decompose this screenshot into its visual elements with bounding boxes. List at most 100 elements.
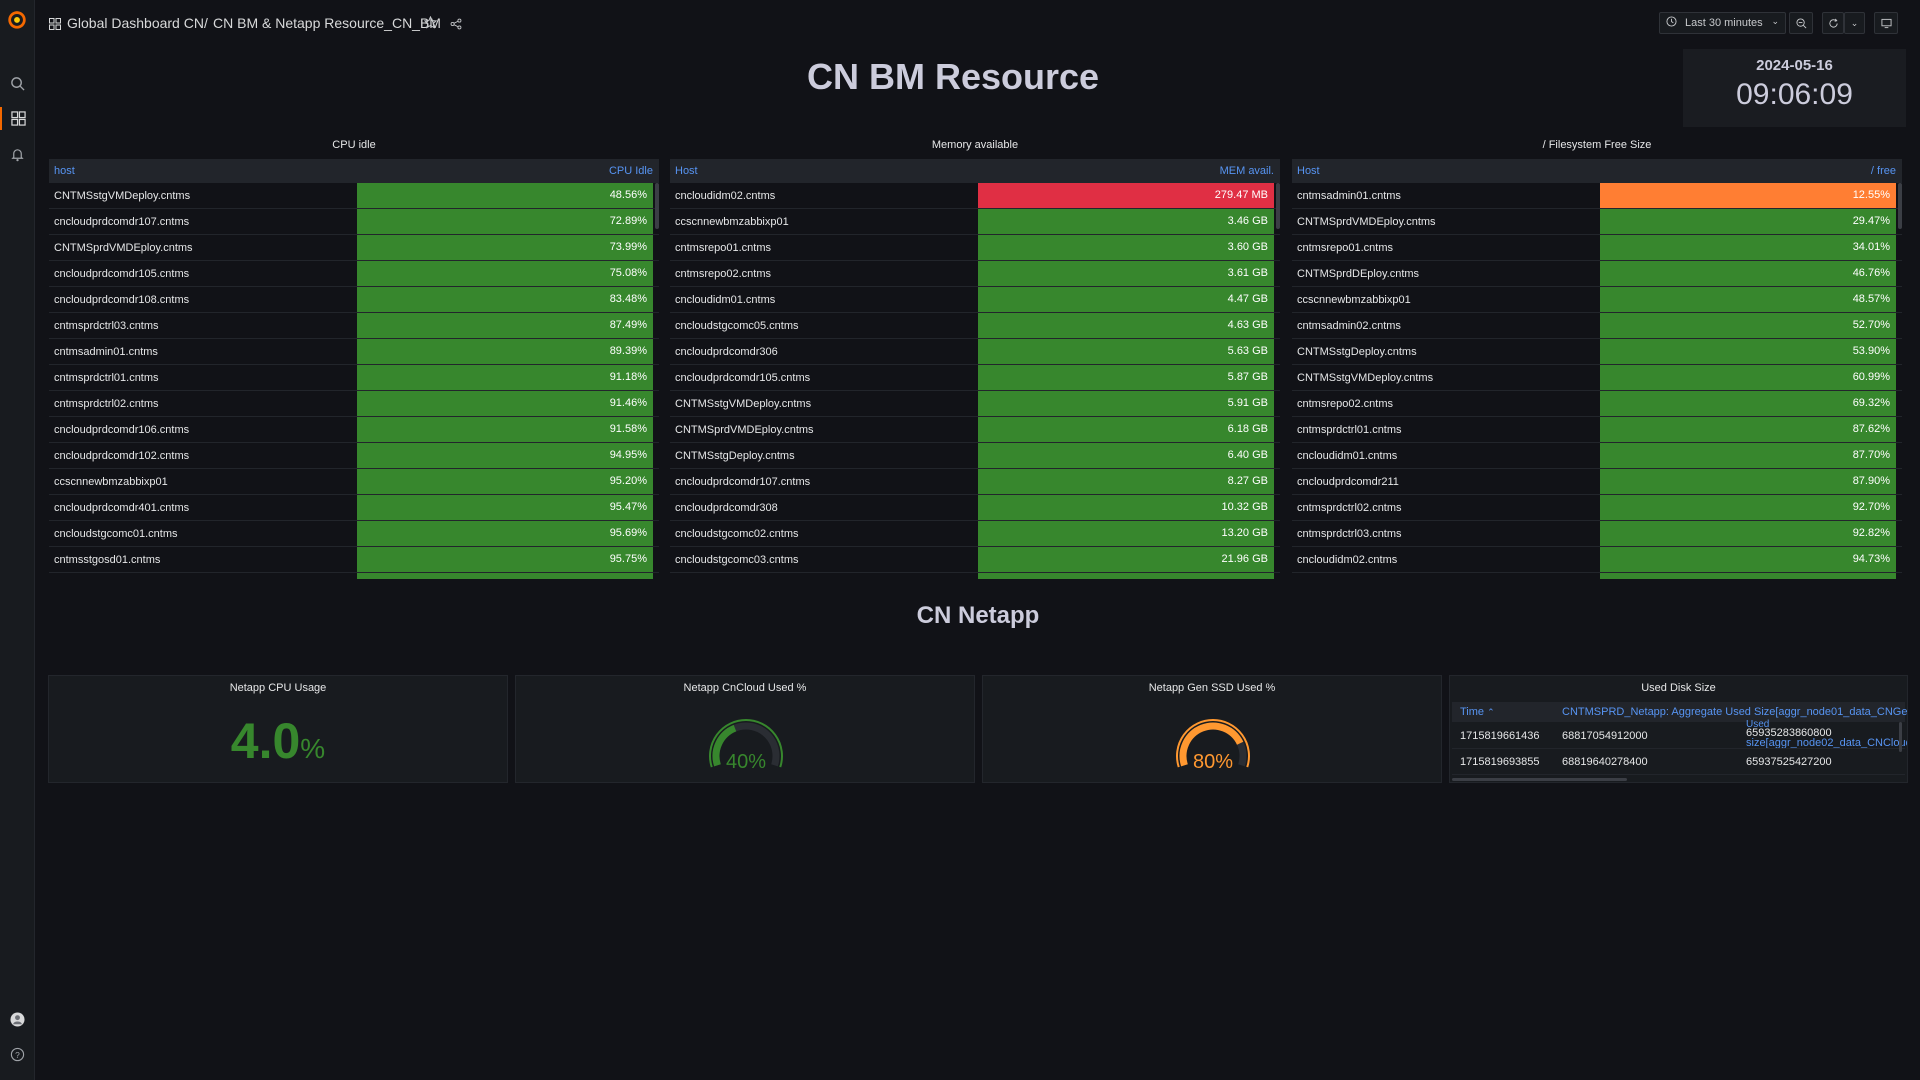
cell-host: CNTMSprdVMDEploy.cntms (54, 242, 193, 254)
gauge-value: 80 (1193, 751, 1215, 773)
cell-value: 46.76% (1600, 261, 1896, 286)
chevron-down-icon: ⌄ (1771, 16, 1779, 26)
panel-title: Netapp CnCloud Used % (683, 682, 807, 694)
cell-value: 34.01% (1600, 235, 1896, 260)
cell-value: 60.99% (1600, 365, 1896, 390)
cell-value: 10.32 GB (978, 495, 1274, 520)
gauge: 80% (1176, 719, 1250, 773)
netapp-gen-ssd-used-panel: Netapp Gen SSD Used % 80% (982, 675, 1442, 783)
table-row: CNTMSprdDEploy.cntms 46.76% (1292, 261, 1902, 287)
table-row: ccscnnewbmzabbixp01 3.46 GB (670, 209, 1280, 235)
cell-host: cntmsrepo01.cntms (675, 242, 771, 254)
table-row: 1715819693855 68819640278400 65937525427… (1452, 749, 1905, 775)
table-header: Host / free (1292, 159, 1902, 183)
cell-host: CNTMSprdDEploy.cntms (1297, 268, 1420, 280)
table-scrollbar[interactable] (1898, 183, 1902, 229)
cell-value: 92.82% (1600, 521, 1896, 546)
cell-host: cntmsrepo01.cntms (1297, 242, 1393, 254)
bell-icon[interactable] (6, 143, 29, 166)
cell-host: cntmsadmin02.cntms (1297, 320, 1401, 332)
refresh-interval-dropdown[interactable]: ⌄ (1844, 12, 1865, 34)
cell-value: 4.63 GB (978, 313, 1274, 338)
cell-value: 5.63 GB (978, 339, 1274, 364)
cell-value: 3.46 GB (978, 209, 1274, 234)
column-header-aggr-node01[interactable]: CNTMSPRD_Netapp: Aggregate Used Size[agg… (1562, 706, 1907, 718)
share-icon[interactable] (450, 17, 462, 35)
refresh-button[interactable] (1822, 12, 1844, 34)
cell-host: CNTMSstgDeploy.cntms (675, 450, 795, 462)
used-disk-size-panel: Used Disk Size Time ⌃ CNTMSPRD_Netapp: A… (1449, 675, 1908, 783)
breadcrumb-folder[interactable]: Global Dashboard CN (67, 15, 204, 31)
gauge-value: 40 (726, 751, 748, 773)
table-row: cntmsprdctrl02.cntms 91.46% (49, 391, 659, 417)
cell-host: cncloudidm02.cntms (675, 190, 776, 202)
cell-value: 87.49% (357, 313, 653, 338)
column-header-host[interactable]: Host (1297, 165, 1320, 177)
cell-value: 279.47 MB (978, 183, 1274, 208)
table-row: cntmsrepo01.cntms 3.60 GB (670, 235, 1280, 261)
netapp-cncloud-used-panel: Netapp CnCloud Used % 40% (515, 675, 975, 783)
column-header-free[interactable]: / free (1871, 165, 1896, 177)
cell-host: cntmsrepo02.cntms (1297, 398, 1393, 410)
cell-value: 48.57% (1600, 287, 1896, 312)
dashboards-icon[interactable] (0, 107, 35, 130)
bm-resource-heading: CN BM Resource (806, 56, 1100, 97)
cell-value: 72.89% (357, 209, 653, 234)
table-row: cntmsprdctrl02.cntms 92.70% (1292, 495, 1902, 521)
cell-value: 95.75% (357, 547, 653, 572)
column-header-cpu-idle[interactable]: CPU Idle (609, 165, 653, 177)
table-row: cntmsadmin01.cntms 12.55% (1292, 183, 1902, 209)
stat-value: 4.0 (230, 713, 301, 769)
cell-host: CNTMSstgVMDeploy.cntms (675, 398, 812, 410)
cell-host: cncloudstgcomc05.cntms (675, 320, 799, 332)
table-row: CNTMSprdVMDEploy.cntms 6.18 GB (670, 417, 1280, 443)
panel-title: Netapp CPU Usage (229, 682, 327, 694)
cell-host: CNTMSstgVMDeploy.cntms (54, 190, 191, 202)
dashboard-grid-icon (49, 17, 61, 35)
table-scrollbar[interactable] (655, 183, 659, 229)
horizontal-scrollbar[interactable] (1452, 778, 1627, 781)
monitor-icon (1880, 18, 1892, 28)
table-row: cntmsrepo02.cntms 3.61 GB (670, 261, 1280, 287)
svg-text:80%: 80% (1193, 751, 1233, 773)
vertical-scrollbar[interactable] (1899, 722, 1902, 752)
star-icon[interactable] (423, 15, 438, 34)
help-icon[interactable]: ? (6, 1043, 29, 1066)
zoom-out-button[interactable] (1789, 12, 1813, 34)
table-row: cncloudprdcomdr306 5.63 GB (670, 339, 1280, 365)
table-row: cntmsstgosd01.cntms 95.75% (49, 547, 659, 573)
svg-text:?: ? (15, 1050, 20, 1060)
cpu-idle-panel-title: CPU idle (332, 139, 376, 151)
time-range-picker[interactable]: Last 30 minutes ⌄ (1659, 12, 1786, 34)
table-row: cncloudstgcomc03.cntms 21.96 GB (670, 547, 1280, 573)
cell-host: cncloudprdcomdr105.cntms (675, 372, 811, 384)
user-avatar-icon[interactable] (6, 1008, 29, 1031)
cell-value: 3.61 GB (978, 261, 1274, 286)
cell-host: cncloudprdcomdr106.cntms (54, 424, 190, 436)
cell-host: cntmsadmin01.cntms (54, 346, 158, 358)
column-header-host[interactable]: host (54, 165, 75, 177)
cell-time: 1715819661436 (1460, 730, 1540, 742)
table-scrollbar[interactable] (1276, 183, 1280, 229)
cell-host: cncloudprdcomdr107.cntms (675, 476, 811, 488)
tv-mode-button[interactable] (1874, 12, 1898, 34)
cell-value: 91.46% (357, 391, 653, 416)
column-header-time[interactable]: Time ⌃ (1460, 706, 1495, 718)
breadcrumb-separator: / (204, 15, 208, 31)
table-header: Host MEM avail. (670, 159, 1280, 183)
table-row: cntmsprdctrl03.cntms 92.82% (1292, 521, 1902, 547)
breadcrumb-dashboard[interactable]: CN BM & Netapp Resource_CN_BM (213, 15, 441, 31)
column-header-mem-avail[interactable]: MEM avail. (1220, 165, 1274, 177)
svg-text:40%: 40% (726, 751, 766, 773)
search-icon[interactable] (6, 72, 29, 95)
cell-host: cncloudprdcomdr107.cntms (54, 216, 190, 228)
cell-value: 89.39% (357, 339, 653, 364)
table-row: CNTMSstgVMDeploy.cntms 60.99% (1292, 365, 1902, 391)
table-row: cncloudidm01.cntms 4.47 GB (670, 287, 1280, 313)
panel-title: Netapp Gen SSD Used % (1148, 682, 1276, 694)
table-row: ccscnnewbmzabbixp01 48.57% (1292, 287, 1902, 313)
table-row: cncloudidm02.cntms 279.47 MB (670, 183, 1280, 209)
column-header-host[interactable]: Host (675, 165, 698, 177)
grafana-logo-icon[interactable] (6, 8, 28, 30)
cell-host: cncloudstgcomc02.cntms (675, 528, 799, 540)
